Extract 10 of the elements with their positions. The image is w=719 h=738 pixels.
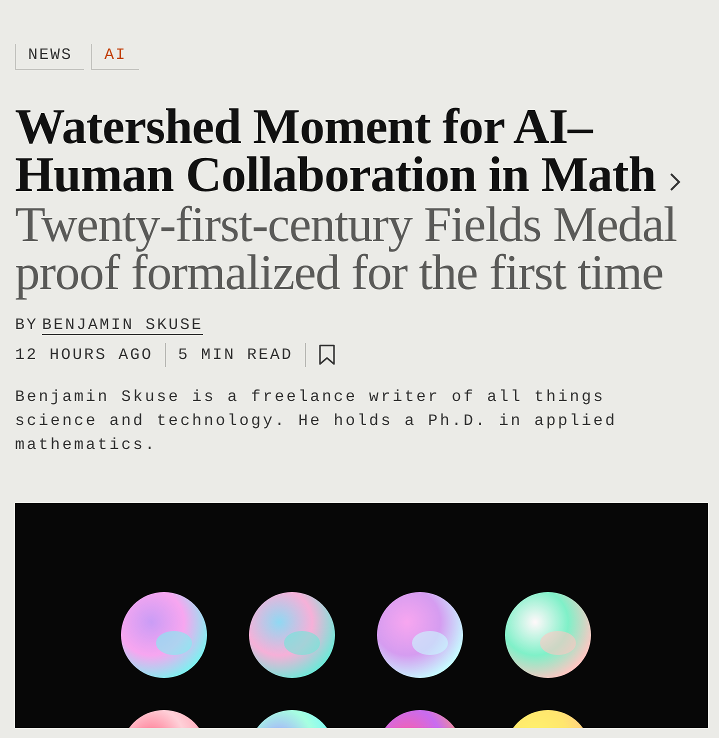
author-link[interactable]: BENJAMIN SKUSE: [42, 316, 204, 335]
tag-link[interactable]: NEWS: [15, 44, 84, 70]
headline: Watershed Moment for AI–Human Collaboration in Math: [15, 102, 705, 198]
meta-text: 12 HOURS AGO: [15, 346, 154, 364]
author-bio: Benjamin Skuse is a freelance writer of all things science and technology. He holds a Ph.D. in applied mathematics.: [15, 387, 618, 456]
bookmark-icon[interactable]: [318, 344, 336, 366]
byline-prefix: BY: [15, 316, 38, 334]
meta-text: 5 MIN READ: [178, 346, 294, 364]
tag-link[interactable]: AI: [91, 44, 139, 70]
chevron-icon: [668, 171, 682, 193]
